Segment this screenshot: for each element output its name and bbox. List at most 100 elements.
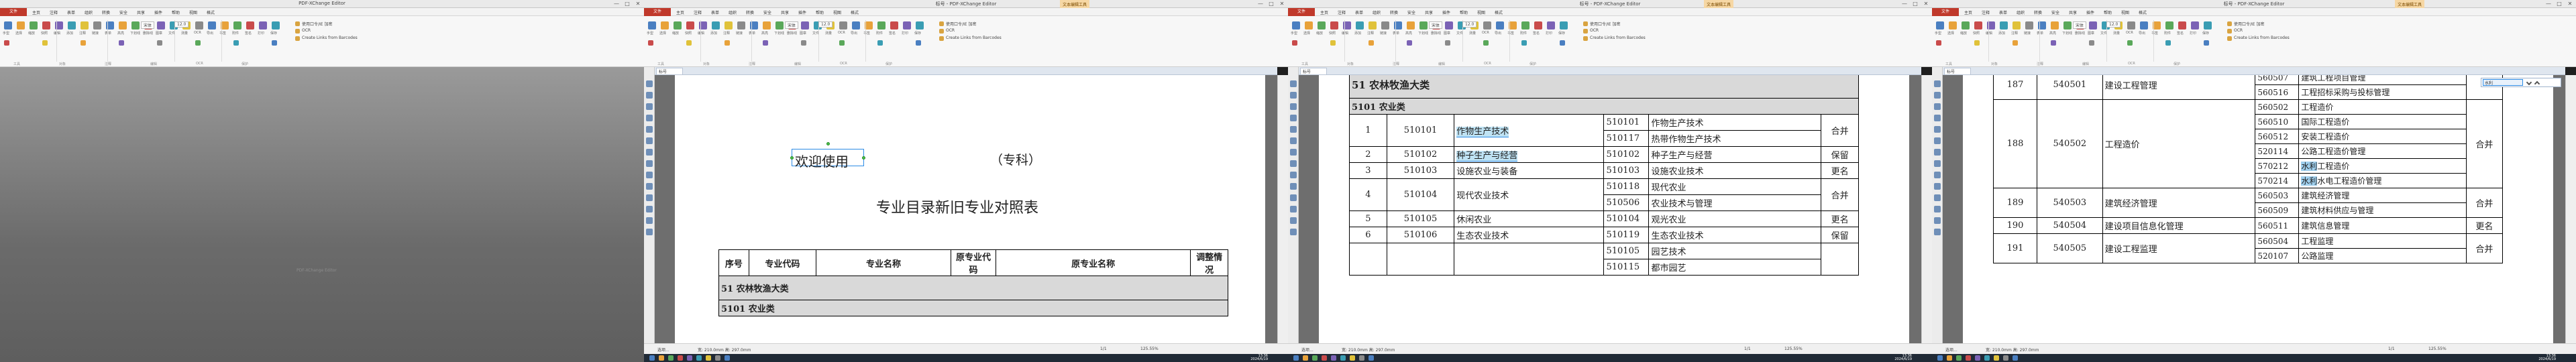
ribbon-small-icon[interactable] <box>195 40 201 46</box>
ribbon-button-label[interactable]: 附件 <box>1520 31 1527 36</box>
menu-item[interactable]: 表单 <box>67 9 75 15</box>
ribbon-button-icon[interactable] <box>916 21 924 29</box>
ribbon-button-label[interactable]: OCR <box>838 31 845 35</box>
rotate-handle[interactable] <box>826 142 830 145</box>
ribbon-button-label[interactable]: 添加 <box>1998 31 2005 36</box>
ribbon-button-label[interactable]: 签名 <box>889 31 896 36</box>
ribbon-small-icon[interactable] <box>2204 40 2209 46</box>
document-tab[interactable]: 标号 <box>1300 68 1327 75</box>
ribbon-small-icon[interactable] <box>1560 40 1565 46</box>
ribbon-button-label[interactable]: 测量 <box>181 31 188 36</box>
menu-item[interactable]: 视图 <box>2121 9 2129 15</box>
ribbon-button-label[interactable]: 下划线 <box>2062 31 2072 36</box>
ribbon-small-icon[interactable] <box>4 40 9 46</box>
maximize-button[interactable]: □ <box>2555 0 2564 8</box>
ribbon-button-label[interactable]: 保存 <box>270 31 277 36</box>
panel-tool-icon[interactable] <box>646 126 653 133</box>
ribbon-small-button[interactable]: 使用口令/IE 加密 <box>946 21 977 27</box>
ribbon-button-icon[interactable] <box>2178 21 2186 29</box>
maximize-button[interactable]: □ <box>1911 0 1920 8</box>
menu-item[interactable]: 插件 <box>154 9 162 15</box>
ribbon-button-label[interactable]: 打印 <box>1546 31 1552 36</box>
ribbon-button-label[interactable]: 删除线 <box>787 31 797 36</box>
ribbon-button-icon[interactable] <box>801 21 809 29</box>
menu-item[interactable]: 主页 <box>32 9 40 15</box>
menu-item[interactable]: 注释 <box>1338 9 1346 15</box>
taskbar-app-icon[interactable] <box>724 355 730 361</box>
ribbon-button-icon[interactable] <box>272 21 280 29</box>
panel-tool-icon[interactable] <box>646 172 653 178</box>
minimize-button[interactable]: — <box>2544 0 2553 8</box>
ribbon-button-icon[interactable] <box>30 21 38 29</box>
taskbar-app-icon[interactable] <box>1984 355 1990 361</box>
ribbon-small-icon[interactable] <box>233 40 239 46</box>
page-number-field[interactable]: 1/1 <box>1744 347 1751 351</box>
ribbon-button-label[interactable]: 签名 <box>245 31 252 36</box>
ribbon-small-button[interactable]: Create Links from Barcodes <box>946 36 1002 40</box>
ribbon-button-label[interactable]: 表单 <box>1393 31 1399 36</box>
ribbon-small-icon[interactable] <box>1521 40 1527 46</box>
ribbon-button-icon[interactable] <box>2140 21 2148 29</box>
ribbon-small-icon[interactable] <box>648 40 653 46</box>
text-selection-box[interactable]: 欢迎使用 <box>792 149 864 170</box>
panel-tool-icon[interactable] <box>1934 206 1941 213</box>
ribbon-button-icon[interactable] <box>1936 21 1944 29</box>
ribbon-small-button[interactable]: OCR <box>1590 28 1599 33</box>
ribbon-small-icon[interactable] <box>2051 40 2056 46</box>
taskbar-app-icon[interactable] <box>2003 355 2008 361</box>
ribbon-button-icon[interactable] <box>1521 21 1529 29</box>
ribbon-button-label[interactable]: 附件 <box>232 31 239 36</box>
ribbon-button-label[interactable]: 测量 <box>1469 31 1476 36</box>
menu-item[interactable]: 注释 <box>1982 9 1990 15</box>
ribbon-button-icon[interactable] <box>2165 21 2174 29</box>
ribbon-button-icon[interactable] <box>1496 21 1504 29</box>
welcome-text[interactable]: 欢迎使用 <box>795 151 849 170</box>
ribbon-small-icon[interactable] <box>2089 40 2094 46</box>
ribbon-button-label[interactable]: 缩放 <box>672 31 679 36</box>
menu-item[interactable]: 组织 <box>85 9 93 15</box>
ribbon-button-icon[interactable] <box>763 21 771 29</box>
panel-tool-icon[interactable] <box>646 149 653 156</box>
ribbon-button-icon[interactable] <box>2000 21 2008 29</box>
ribbon-button-icon[interactable] <box>1534 21 1542 29</box>
ribbon-button-label[interactable]: 高亮 <box>761 31 768 36</box>
panel-tool-icon[interactable] <box>1934 172 1941 178</box>
ribbon-small-icon[interactable] <box>801 40 806 46</box>
taskbar-app-icon[interactable] <box>1956 355 1962 361</box>
ribbon-button-label[interactable]: 打印 <box>902 31 908 36</box>
ribbon-button-icon[interactable] <box>724 21 733 29</box>
page-number-field[interactable]: 1/1 <box>2388 347 2395 351</box>
ribbon-button-label[interactable]: OCR <box>194 31 201 35</box>
zoom-field[interactable]: 125.55% <box>1784 347 1803 351</box>
file-tab[interactable]: 文件 <box>644 8 671 16</box>
ribbon-button-label[interactable]: 手型 <box>1291 31 1297 36</box>
ribbon-button-label[interactable]: 快照 <box>1973 31 1980 36</box>
ribbon-button-icon[interactable] <box>1483 21 1491 29</box>
taskbar-app-icon[interactable] <box>659 355 664 361</box>
ribbon-button-icon[interactable] <box>712 21 720 29</box>
ribbon-button-label[interactable]: 编辑 <box>54 31 60 36</box>
ribbon-button-label[interactable]: 书签 <box>2151 31 2158 36</box>
ribbon-button-label[interactable]: 打印 <box>258 31 264 36</box>
menu-item[interactable]: 帮助 <box>172 9 180 15</box>
ribbon-button-icon[interactable] <box>2051 21 2059 29</box>
panel-tool-icon[interactable] <box>1934 183 1941 190</box>
ribbon-button-icon[interactable] <box>208 21 216 29</box>
ribbon-button-label[interactable]: 签名 <box>2177 31 2184 36</box>
ribbon-button-label[interactable]: 图章 <box>1444 31 1450 36</box>
panel-tool-icon[interactable] <box>646 92 653 99</box>
ribbon-button-icon[interactable] <box>131 21 140 29</box>
menu-item[interactable]: 格式 <box>2139 9 2147 15</box>
taskbar-app-icon[interactable] <box>1368 355 1374 361</box>
ribbon-small-icon[interactable] <box>1407 40 1412 46</box>
ribbon-small-icon[interactable] <box>877 40 883 46</box>
menu-item[interactable]: 安全 <box>1407 9 1415 15</box>
menu-item[interactable]: 转换 <box>2034 9 2042 15</box>
options-button[interactable]: 选项... <box>657 347 669 353</box>
panel-tool-icon[interactable] <box>646 103 653 110</box>
ribbon-button-label[interactable]: 下划线 <box>774 31 784 36</box>
taskbar-app-icon[interactable] <box>668 355 674 361</box>
ribbon-button-label[interactable]: 注释 <box>2011 31 2018 36</box>
ribbon-button-icon[interactable] <box>195 21 203 29</box>
ribbon-button-label[interactable]: 选择 <box>659 31 666 36</box>
